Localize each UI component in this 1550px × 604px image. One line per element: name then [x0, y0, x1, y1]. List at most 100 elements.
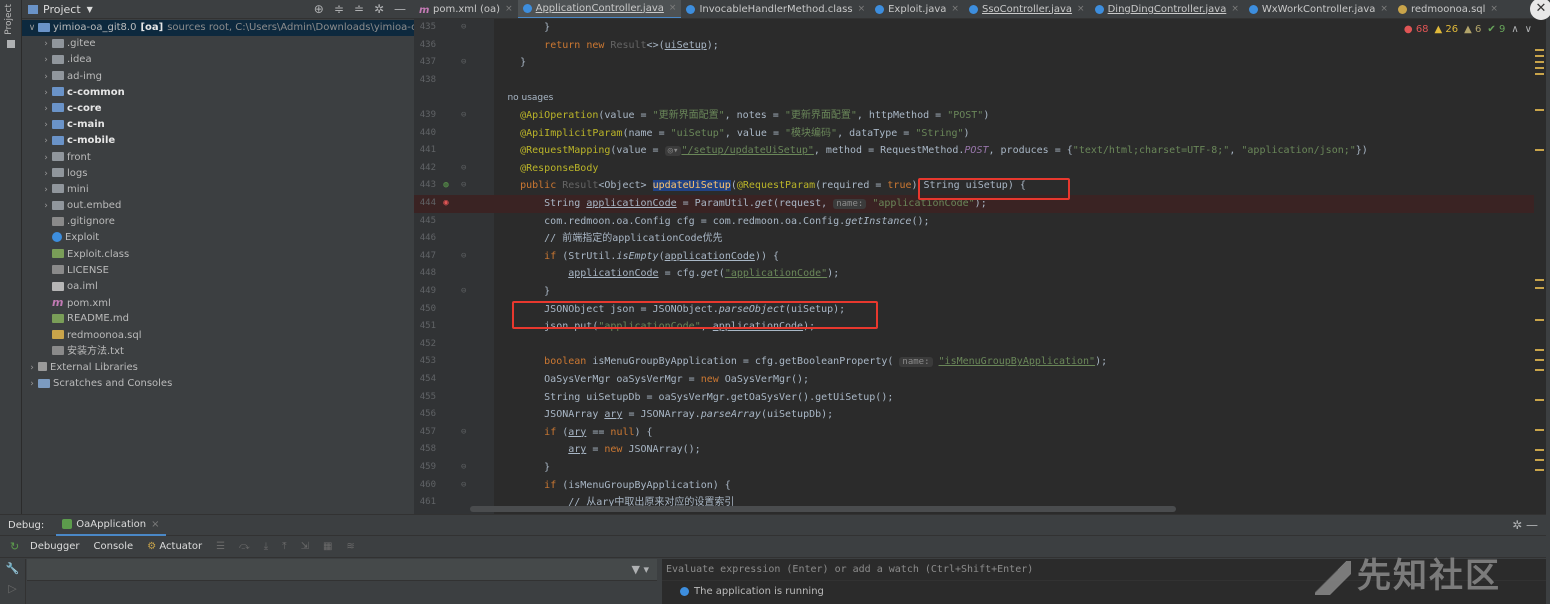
tree-item[interactable]: › External Libraries — [22, 360, 414, 376]
step-out-icon[interactable]: ⤒ — [282, 541, 286, 552]
close-icon[interactable]: × — [951, 4, 959, 14]
tree-item[interactable]: › out.embed — [22, 198, 414, 214]
trace-icon[interactable]: ≋ — [346, 541, 354, 552]
locate-icon[interactable]: ⊕ — [314, 2, 324, 16]
chevron-right-icon[interactable]: › — [40, 198, 52, 214]
evaluate-icon[interactable]: ▦ — [323, 541, 332, 552]
tree-item[interactable]: ∨ yimioa-oa_git8.0 [oa] sources root, C:\Us… — [22, 20, 423, 37]
tree-item-label: redmoonoa.sql — [67, 329, 142, 341]
tab-actuator[interactable]: ⚙ Actuator — [147, 541, 202, 552]
tab-console[interactable]: Console — [94, 541, 134, 552]
chevron-right-icon[interactable]: › — [40, 69, 52, 85]
chevron-down-icon[interactable]: ▼ — [87, 5, 93, 14]
tree-item[interactable]: › c-core — [22, 101, 414, 117]
class-file-icon — [52, 249, 64, 259]
chevron-down-icon[interactable]: ∨ — [26, 20, 38, 36]
inspection-widget[interactable]: ● 68 ▲ 26 ▲ 6 ✔ 9 ∧ ∨ — [1404, 24, 1532, 35]
close-icon[interactable]: × — [669, 3, 677, 13]
editor-tabs: m pom.xml (oa) × ApplicationController.java… — [414, 0, 1546, 19]
expand-all-icon[interactable]: ≑ — [334, 2, 344, 16]
tree-item[interactable]: › front — [22, 150, 414, 166]
resume-icon[interactable]: ▷ — [0, 579, 25, 599]
tree-item[interactable]: redmoonoa.sql — [22, 328, 414, 344]
tree-item[interactable]: 安装方法.txt — [22, 344, 414, 360]
collapse-all-icon[interactable]: ≐ — [354, 2, 364, 16]
tree-item[interactable]: › ad-img — [22, 69, 414, 85]
debug-session-tab[interactable]: OaApplication × — [56, 515, 166, 536]
chevron-right-icon[interactable]: › — [40, 117, 52, 133]
tree-item-label: Exploit — [65, 232, 100, 244]
maven-icon: m — [52, 296, 64, 310]
chevron-right-icon[interactable]: › — [40, 182, 52, 198]
close-icon[interactable]: × — [858, 4, 866, 14]
editor-tab[interactable]: DingDingController.java × — [1090, 0, 1244, 18]
project-view-selector[interactable]: Project — [43, 3, 81, 16]
close-icon[interactable]: × — [151, 519, 159, 530]
editor-scroll-markers[interactable] — [1534, 19, 1546, 514]
tree-item[interactable]: › c-main — [22, 117, 414, 133]
hide-icon[interactable]: — — [1526, 518, 1538, 532]
step-into-icon[interactable]: ⤓ — [264, 541, 268, 552]
tree-item[interactable]: › c-mobile — [22, 133, 414, 149]
close-icon[interactable]: × — [1231, 4, 1239, 14]
chevron-right-icon[interactable]: › — [26, 376, 38, 392]
tree-item[interactable]: › .idea — [22, 52, 414, 68]
tree-item-label: .gitee — [67, 38, 96, 50]
editor-tab[interactable]: InvocableHandlerMethod.class × — [681, 0, 870, 18]
horizontal-scrollbar[interactable] — [470, 506, 1176, 512]
project-tool-button[interactable]: Project — [4, 4, 14, 35]
run-to-cursor-icon[interactable]: ⇲ — [301, 541, 309, 552]
tree-item-label: pom.xml — [67, 298, 111, 310]
editor-tab[interactable]: m pom.xml (oa) × — [414, 0, 518, 18]
close-icon[interactable]: × — [1077, 4, 1085, 14]
code-view[interactable]: 435 ⊖ } 436 return new Result<>(uiSetup);… — [414, 19, 1546, 514]
tab-debugger[interactable]: Debugger — [30, 541, 80, 552]
chevron-up-icon[interactable]: ∧ — [1511, 24, 1518, 35]
tree-item[interactable]: › .gitee — [22, 36, 414, 52]
chevron-right-icon[interactable]: › — [40, 36, 52, 52]
tree-item[interactable]: › logs — [22, 166, 414, 182]
debug-header: Debug: OaApplication × ✲ — — [0, 515, 1546, 536]
chevron-right-icon[interactable]: › — [40, 166, 52, 182]
editor-tab[interactable]: WxWorkController.java × — [1244, 0, 1393, 18]
tree-item[interactable]: › c-common — [22, 85, 414, 101]
rerun-icon[interactable]: ↻ — [10, 540, 19, 553]
tree-item[interactable]: README.md — [22, 311, 414, 327]
hide-icon[interactable]: — — [394, 2, 406, 16]
structure-icon[interactable] — [7, 40, 15, 48]
tree-item[interactable]: oa.iml — [22, 279, 414, 295]
tree-item[interactable]: .gitignore — [22, 214, 414, 230]
close-icon[interactable]: × — [1380, 4, 1388, 14]
tree-item[interactable]: Exploit — [22, 230, 414, 246]
wrench-icon[interactable]: 🔧 — [0, 559, 25, 579]
chevron-right-icon[interactable]: › — [40, 101, 52, 117]
close-icon[interactable]: × — [1490, 4, 1498, 14]
editor-tab[interactable]: redmoonoa.sql × — [1393, 0, 1503, 18]
chevron-right-icon[interactable]: › — [40, 133, 52, 149]
close-icon[interactable]: ✕ — [1530, 0, 1550, 20]
tree-item[interactable]: LICENSE — [22, 263, 414, 279]
tree-item[interactable]: › mini — [22, 182, 414, 198]
gear-icon[interactable]: ✲ — [1512, 518, 1522, 532]
filter-icon[interactable]: ▼ ▾ — [632, 563, 649, 576]
editor-tab[interactable]: ApplicationController.java × — [517, 0, 682, 18]
tree-item[interactable]: › Scratches and Consoles — [22, 376, 414, 392]
actuator-icon: ⚙ — [147, 541, 157, 552]
chevron-down-icon[interactable]: ∨ — [1525, 24, 1532, 35]
scratches-icon — [38, 378, 50, 388]
chevron-right-icon[interactable]: › — [40, 85, 52, 101]
menu-icon[interactable]: ☰ — [216, 541, 225, 552]
step-over-icon[interactable]: ⤼ — [239, 541, 250, 552]
chevron-right-icon[interactable]: › — [40, 52, 52, 68]
tree-item[interactable]: m pom.xml — [22, 295, 414, 311]
frames-pane[interactable]: ▼ ▾ — [27, 559, 657, 604]
editor-tab[interactable]: Exploit.java × — [870, 0, 964, 18]
tree-item[interactable]: Exploit.class — [22, 247, 414, 263]
tree-item-label: yimioa-oa_git8.0 — [53, 22, 137, 33]
chevron-right-icon[interactable]: › — [26, 360, 38, 376]
gear-icon[interactable]: ✲ — [374, 2, 384, 16]
editor-tab[interactable]: SsoController.java × — [964, 0, 1090, 18]
close-icon[interactable]: × — [505, 4, 513, 14]
module-folder-icon — [52, 135, 64, 145]
chevron-right-icon[interactable]: › — [40, 150, 52, 166]
